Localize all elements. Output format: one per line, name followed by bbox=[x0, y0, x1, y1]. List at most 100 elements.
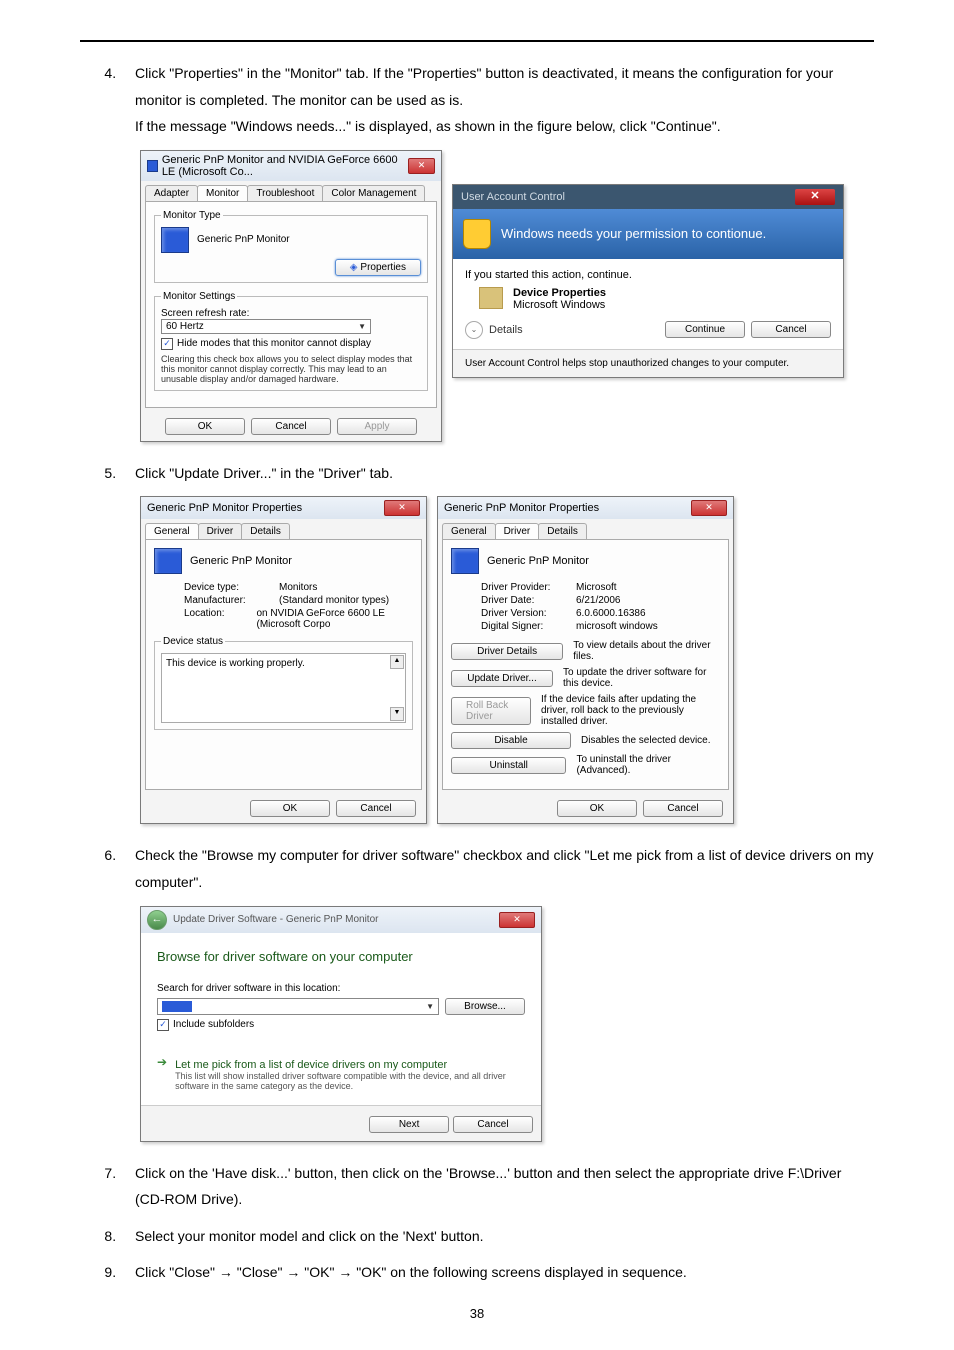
cancel-button[interactable]: Cancel bbox=[453, 1116, 533, 1133]
hide-modes-checkbox[interactable]: ✓ Hide modes that this monitor cannot di… bbox=[161, 338, 421, 350]
tab-general[interactable]: General bbox=[442, 523, 496, 539]
step-4-text-b: If the message "Windows needs..." is dis… bbox=[135, 118, 721, 134]
browse-button[interactable]: Browse... bbox=[445, 998, 525, 1015]
monitor-icon bbox=[154, 548, 182, 574]
uac-dialog: User Account Control ✕ Windows needs you… bbox=[452, 184, 844, 378]
rollback-driver-button[interactable]: Roll Back Driver bbox=[451, 697, 531, 725]
step-5: Click "Update Driver..." in the "Driver"… bbox=[120, 460, 874, 487]
uninstall-button[interactable]: Uninstall bbox=[451, 757, 566, 774]
action-desc: To view details about the driver files. bbox=[573, 640, 720, 662]
tab-details[interactable]: Details bbox=[241, 523, 290, 539]
details-label: Details bbox=[489, 324, 523, 336]
tab-monitor[interactable]: Monitor bbox=[197, 185, 248, 201]
kv-key: Driver Date: bbox=[481, 595, 576, 606]
kv-key: Digital Signer: bbox=[481, 621, 576, 632]
refresh-rate-label: Screen refresh rate: bbox=[161, 308, 421, 319]
app-name: Device Properties bbox=[513, 287, 606, 299]
step-9-p1: Click "Close" bbox=[135, 1264, 219, 1280]
app-vendor: Microsoft Windows bbox=[513, 299, 606, 311]
chevron-down-icon: ▼ bbox=[426, 1002, 434, 1011]
cancel-button[interactable]: Cancel bbox=[751, 321, 831, 338]
page-top-rule bbox=[80, 40, 874, 42]
instruction-list-5: Click "Update Driver..." in the "Driver"… bbox=[80, 460, 874, 487]
close-icon[interactable]: ✕ bbox=[499, 912, 535, 928]
kv-val: 6.0.6000.16386 bbox=[576, 608, 646, 619]
checkbox-icon: ✓ bbox=[157, 1019, 169, 1031]
titlebar: Generic PnP Monitor Properties ✕ bbox=[438, 497, 733, 519]
tab-bar: General Driver Details bbox=[141, 519, 426, 539]
tab-details[interactable]: Details bbox=[538, 523, 587, 539]
step-8: Select your monitor model and click on t… bbox=[120, 1223, 874, 1250]
properties-label: Properties bbox=[360, 262, 406, 273]
uac-titlebar: User Account Control ✕ bbox=[453, 185, 843, 209]
figure-row-2: Generic PnP Monitor Properties ✕ General… bbox=[140, 496, 874, 824]
disable-button[interactable]: Disable bbox=[451, 732, 571, 749]
device-status-text: This device is working properly. ▲ ▼ bbox=[161, 653, 406, 723]
step-9: Click "Close" → "Close" → "OK" → "OK" on… bbox=[120, 1259, 874, 1286]
figure-row-3: ← Update Driver Software - Generic PnP M… bbox=[140, 906, 874, 1142]
instruction-list: Click "Properties" in the "Monitor" tab.… bbox=[80, 60, 874, 140]
path-row: .. ▼ Browse... bbox=[157, 998, 525, 1015]
tab-bar: General Driver Details bbox=[438, 519, 733, 539]
step-7-text: Click on the 'Have disk...' button, then… bbox=[135, 1165, 841, 1208]
ok-button[interactable]: OK bbox=[557, 800, 637, 817]
kv-list: Device type:Monitors Manufacturer:(Stand… bbox=[184, 582, 413, 630]
details-toggle[interactable]: ⌄ Details bbox=[465, 321, 523, 339]
checkbox-icon: ✓ bbox=[161, 338, 173, 350]
instruction-list-6: Check the "Browse my computer for driver… bbox=[80, 842, 874, 895]
dialog-body: Generic PnP Monitor Driver Provider:Micr… bbox=[442, 539, 729, 790]
step-6-text: Check the "Browse my computer for driver… bbox=[135, 847, 874, 890]
close-icon[interactable]: ✕ bbox=[691, 500, 727, 516]
kv-key: Driver Version: bbox=[481, 608, 576, 619]
cancel-button[interactable]: Cancel bbox=[336, 800, 416, 817]
dialog-title: Generic PnP Monitor and NVIDIA GeForce 6… bbox=[162, 154, 404, 178]
hide-modes-desc: Clearing this check box allows you to se… bbox=[161, 354, 421, 384]
pick-from-list-option[interactable]: ➔ Let me pick from a list of device driv… bbox=[157, 1055, 525, 1091]
properties-button[interactable]: ◈ Properties bbox=[335, 259, 421, 276]
tab-driver[interactable]: Driver bbox=[198, 523, 243, 539]
app-icon bbox=[479, 287, 503, 309]
dialog-body: Monitor Type Generic PnP Monitor ◈ Prope… bbox=[145, 201, 437, 408]
kv-key: Device type: bbox=[184, 582, 279, 593]
uac-header: Windows needs your permission to contion… bbox=[453, 209, 843, 259]
tab-general[interactable]: General bbox=[145, 523, 199, 539]
tab-driver[interactable]: Driver bbox=[495, 523, 540, 539]
path-input[interactable]: .. ▼ bbox=[157, 998, 439, 1015]
monitor-name: Generic PnP Monitor bbox=[190, 555, 292, 567]
props-general-dialog: Generic PnP Monitor Properties ✕ General… bbox=[140, 496, 427, 824]
monitor-icon bbox=[147, 160, 158, 172]
include-subfolders-checkbox[interactable]: ✓ Include subfolders bbox=[157, 1019, 525, 1031]
cancel-button[interactable]: Cancel bbox=[251, 418, 331, 435]
step-9-p4: "OK" on the following screens displayed … bbox=[356, 1264, 687, 1280]
refresh-rate-select[interactable]: 60 Hertz ▼ bbox=[161, 319, 371, 334]
scroll-up-icon[interactable]: ▲ bbox=[390, 655, 404, 669]
update-driver-button[interactable]: Update Driver... bbox=[451, 670, 553, 687]
step-9-p2: "Close" bbox=[237, 1264, 287, 1280]
tab-adapter[interactable]: Adapter bbox=[145, 185, 198, 201]
apply-button[interactable]: Apply bbox=[337, 418, 417, 435]
kv-list: Driver Provider:Microsoft Driver Date:6/… bbox=[481, 582, 720, 632]
close-icon[interactable]: ✕ bbox=[795, 189, 835, 205]
cancel-button[interactable]: Cancel bbox=[643, 800, 723, 817]
continue-button[interactable]: Continue bbox=[665, 321, 745, 338]
kv-key: Driver Provider: bbox=[481, 582, 576, 593]
tab-color-management[interactable]: Color Management bbox=[322, 185, 425, 201]
tab-troubleshoot[interactable]: Troubleshoot bbox=[247, 185, 323, 201]
close-icon[interactable]: ✕ bbox=[384, 500, 420, 516]
next-button[interactable]: Next bbox=[369, 1116, 449, 1133]
titlebar: Generic PnP Monitor Properties ✕ bbox=[141, 497, 426, 519]
close-icon[interactable]: ✕ bbox=[408, 158, 435, 174]
driver-details-button[interactable]: Driver Details bbox=[451, 643, 563, 660]
ok-button[interactable]: OK bbox=[250, 800, 330, 817]
monitor-row: Generic PnP Monitor bbox=[161, 227, 421, 253]
scroll-down-icon[interactable]: ▼ bbox=[390, 707, 404, 721]
path-value: .. bbox=[162, 1001, 192, 1012]
back-icon[interactable]: ← bbox=[147, 910, 167, 930]
uac-button-row: ⌄ Details Continue Cancel bbox=[465, 321, 831, 339]
shield-icon bbox=[463, 219, 491, 249]
option-subtitle: This list will show installed driver sof… bbox=[175, 1071, 525, 1091]
kv-key: Manufacturer: bbox=[184, 595, 279, 606]
kv-key: Location: bbox=[184, 608, 257, 630]
ok-button[interactable]: OK bbox=[165, 418, 245, 435]
chevron-down-icon: ▼ bbox=[358, 322, 366, 331]
